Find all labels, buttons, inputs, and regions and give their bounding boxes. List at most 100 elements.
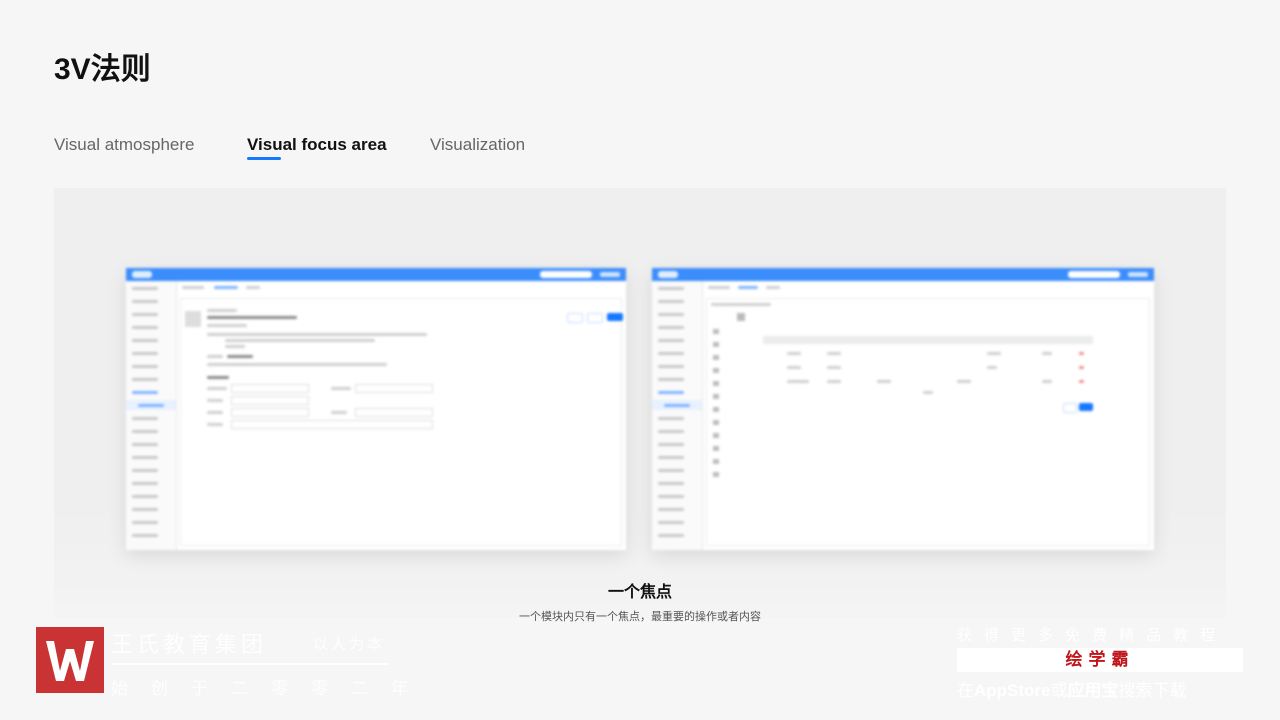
sidebar-item <box>658 521 684 524</box>
app-header <box>126 268 626 281</box>
sidebar-item <box>658 326 684 329</box>
table-cell <box>827 366 841 369</box>
promo-prefix: 在 <box>957 681 974 700</box>
page-tab <box>214 286 238 289</box>
example-screenshot-form <box>126 268 626 550</box>
sidebar-item <box>132 456 158 459</box>
tab-visual-atmosphere[interactable]: Visual atmosphere <box>54 135 195 155</box>
tab-visual-focus-area[interactable]: Visual focus area <box>247 135 387 155</box>
sidebar-item <box>132 534 158 537</box>
promo-app-name: 绘学霸 <box>1065 650 1135 669</box>
app-logo <box>658 271 678 278</box>
icon-column <box>713 329 719 479</box>
table-header <box>763 336 1093 344</box>
text-line <box>207 309 237 312</box>
sidebar-item <box>138 404 164 407</box>
sidebar-item <box>132 495 158 498</box>
form-field <box>231 396 309 405</box>
form-field <box>355 408 433 417</box>
promo-app-store: 应用宝 <box>1067 681 1119 700</box>
brand-block: 王氏教育集团 以人为本 始创于二零零二年 <box>36 627 408 698</box>
text-line <box>207 333 427 336</box>
sidebar-item <box>132 443 158 446</box>
promo-app-badge: 绘学霸 <box>957 648 1243 672</box>
brand-logo <box>36 627 104 693</box>
sidebar-item <box>132 482 158 485</box>
brand-divider <box>111 663 389 665</box>
secondary-button <box>587 313 603 323</box>
sidebar-item <box>658 339 684 342</box>
sidebar-item <box>132 391 158 394</box>
sidebar-item <box>658 313 684 316</box>
promo-mid: 或 <box>1050 681 1068 700</box>
sidebar-item <box>658 365 684 368</box>
table-cell <box>987 352 1001 355</box>
app-sidebar <box>652 281 703 550</box>
app-header <box>652 268 1154 281</box>
table-cell <box>787 352 801 355</box>
table-cell <box>957 380 971 383</box>
brand-slogan: 以人为本 <box>313 636 386 653</box>
sidebar-item <box>658 352 684 355</box>
sidebar-item <box>132 378 158 381</box>
text-line <box>225 345 245 348</box>
active-tab-indicator <box>247 157 281 160</box>
app-sidebar <box>126 281 177 550</box>
app-logo <box>132 271 152 278</box>
section-heading <box>207 376 229 379</box>
sidebar-item <box>658 508 684 511</box>
page-title: 3V法则 <box>54 53 151 86</box>
table-cell <box>1079 352 1084 355</box>
table-cell <box>987 366 997 369</box>
table-cell <box>877 380 891 383</box>
form-field <box>231 420 433 429</box>
sidebar-item <box>132 339 158 342</box>
tab-visualization[interactable]: Visualization <box>430 135 525 155</box>
sidebar-item <box>658 430 684 433</box>
text-line <box>225 339 375 342</box>
promo-block: 获得更多免费精品教程 绘学霸 在AppStore或应用宝搜索下载 <box>957 624 1245 701</box>
sidebar-item <box>132 521 158 524</box>
promo-headline: 获得更多免费精品教程 <box>957 627 1228 644</box>
promo-download-hint: 在AppStore或应用宝搜索下载 <box>957 676 1187 701</box>
sidebar-item <box>658 482 684 485</box>
text-line <box>207 316 297 319</box>
sidebar-item <box>658 300 684 303</box>
text-line <box>207 324 247 327</box>
primary-button <box>607 313 623 321</box>
sidebar-item <box>132 326 158 329</box>
brand-logo-icon <box>36 627 104 693</box>
sidebar-item <box>132 508 158 511</box>
field-label <box>207 411 223 414</box>
table-cell <box>1079 380 1084 383</box>
sidebar-item <box>132 417 158 420</box>
toolbar-icon <box>737 313 745 321</box>
form-field <box>231 408 309 417</box>
primary-button <box>1079 403 1093 411</box>
sidebar-item <box>658 469 684 472</box>
field-label <box>331 387 351 390</box>
example-screenshot-table <box>652 268 1154 550</box>
table-cell <box>787 366 801 369</box>
sidebar-item <box>658 417 684 420</box>
caption-subtitle: 一个模块内只有一个焦点，最重要的操作或者内容 <box>519 611 761 623</box>
promo-store: AppStore <box>974 681 1051 700</box>
sidebar-item <box>132 287 158 290</box>
sidebar-item <box>658 378 684 381</box>
sidebar-item <box>658 456 684 459</box>
page-tab <box>708 286 730 289</box>
header-search <box>1068 271 1120 278</box>
form-content <box>180 298 623 546</box>
secondary-button <box>567 313 583 323</box>
table-cell <box>827 352 841 355</box>
sidebar-item <box>132 430 158 433</box>
text-line <box>207 355 223 358</box>
sidebar-item <box>132 352 158 355</box>
sidebar-item <box>664 404 690 407</box>
preview-stage <box>54 188 1226 618</box>
sidebar-item <box>658 391 684 394</box>
field-label <box>207 423 223 426</box>
brand-name: 王氏教育集团 <box>111 632 268 657</box>
field-label <box>207 399 223 402</box>
sidebar-item <box>658 534 684 537</box>
